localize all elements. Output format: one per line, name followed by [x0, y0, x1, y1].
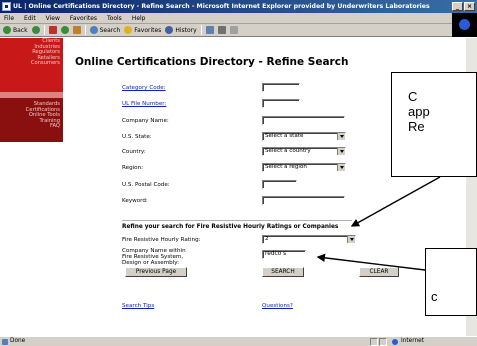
status-bar: Done Internet: [0, 336, 477, 346]
category-code-input[interactable]: [262, 83, 300, 92]
company-name-input[interactable]: [262, 116, 345, 125]
window-title-bar: UL | Online Certifications Directory - R…: [0, 0, 477, 13]
favorites-icon: [124, 26, 133, 34]
callout-top-line-3: Re: [408, 119, 425, 134]
history-button[interactable]: History: [165, 26, 197, 34]
section-divider: [122, 220, 352, 221]
audience-nav: Clients Industries Regulators Retailers …: [0, 38, 63, 92]
keyword-input[interactable]: [262, 196, 345, 205]
search-tips-link[interactable]: Search Tips: [122, 303, 154, 309]
menu-help[interactable]: Help: [132, 15, 146, 22]
status-pane: [379, 338, 387, 346]
toolbar-separator: [84, 25, 86, 35]
callout-top-line-1: C: [408, 89, 418, 104]
search-submit-button[interactable]: SEARCH: [262, 267, 304, 277]
services-nav: Standards Certifications Online Tools Tr…: [0, 98, 63, 142]
fire-rating-select[interactable]: 2: [262, 235, 356, 244]
home-icon: [72, 26, 81, 34]
menu-favorites[interactable]: Favorites: [70, 15, 97, 22]
callout-top-line-2: app: [408, 104, 430, 119]
toolbar-separator: [200, 25, 202, 35]
back-button[interactable]: Back: [3, 26, 28, 34]
page-done-icon: [2, 339, 8, 345]
region-value: Select a region: [265, 164, 307, 170]
back-label: Back: [13, 26, 28, 34]
region-label: Region:: [122, 165, 144, 171]
home-button[interactable]: [72, 26, 81, 34]
edit-page-icon: [229, 26, 238, 34]
previous-page-button[interactable]: Previous Page: [125, 267, 187, 277]
site-navigation: Clients Industries Regulators Retailers …: [0, 38, 63, 336]
company-name-label: Company Name:: [122, 118, 169, 124]
windows-logo-icon: [452, 13, 477, 37]
ul-file-number-link[interactable]: UL File Number:: [122, 101, 166, 107]
history-label: History: [175, 26, 197, 34]
chevron-down-icon[interactable]: [337, 133, 345, 140]
menu-file[interactable]: File: [4, 15, 14, 22]
postal-code-input[interactable]: [262, 180, 297, 189]
favorites-label: Favorites: [134, 26, 162, 34]
postal-code-label: U.S. Postal Code:: [122, 182, 170, 188]
menu-view[interactable]: View: [46, 15, 60, 22]
search-icon: [89, 26, 98, 34]
favorites-button[interactable]: Favorites: [124, 26, 161, 34]
nav-media[interactable]: Media: [0, 66, 60, 73]
fire-rating-label: Fire Resistive Hourly Rating:: [122, 237, 201, 243]
clear-button[interactable]: CLEAR: [359, 267, 399, 277]
annotation-callout-bottom: c: [425, 248, 477, 316]
chevron-down-icon[interactable]: [337, 164, 345, 171]
country-value: Select a country: [265, 148, 311, 154]
mail-button[interactable]: [205, 26, 214, 34]
menu-bar: File Edit View Favorites Tools Help: [0, 13, 477, 24]
fire-rating-value: 2: [265, 236, 269, 242]
company-within-label-3: Design or Assembly:: [122, 260, 180, 266]
nav-divider: [0, 92, 63, 98]
refresh-icon: [60, 26, 69, 34]
refresh-button[interactable]: [60, 26, 69, 34]
window-title: UL | Online Certifications Directory - R…: [13, 3, 430, 10]
page-title: Online Certifications Directory - Refine…: [75, 56, 349, 68]
internet-zone-icon: [392, 339, 398, 345]
annotation-callout-top: C app Re: [391, 72, 477, 177]
forward-arrow-icon: [31, 26, 40, 34]
forward-button[interactable]: [31, 26, 40, 34]
back-arrow-icon: [3, 26, 11, 34]
ie-app-icon: [2, 2, 11, 11]
keyword-label: Keyword:: [122, 198, 148, 204]
history-icon: [165, 26, 174, 34]
callout-bottom-line-1: c: [431, 289, 438, 304]
menu-edit[interactable]: Edit: [24, 15, 36, 22]
company-within-input[interactable]: redco s: [262, 250, 306, 259]
stop-icon: [48, 26, 57, 34]
us-state-select[interactable]: Select a state: [262, 132, 346, 141]
chevron-down-icon[interactable]: [347, 236, 355, 243]
region-select[interactable]: Select a region: [262, 163, 346, 172]
ul-file-number-input[interactable]: [262, 99, 300, 108]
us-state-value: Select a state: [265, 133, 304, 139]
stop-button[interactable]: [48, 26, 57, 34]
mail-icon: [205, 26, 214, 34]
close-button[interactable]: ×: [464, 2, 475, 11]
refine-heading: Refine your search for Fire Resistive Ho…: [122, 224, 339, 230]
status-text: Done: [10, 338, 26, 344]
country-label: Country:: [122, 149, 146, 155]
nav-faq[interactable]: FAQ: [0, 124, 60, 130]
standard-toolbar: Back Search Favorites History: [0, 24, 452, 37]
search-label: Search: [99, 26, 121, 34]
status-pane: [370, 338, 378, 346]
minimize-button[interactable]: _: [452, 2, 463, 11]
category-code-link[interactable]: Category Code:: [122, 85, 166, 91]
edit-button[interactable]: [229, 26, 238, 34]
country-select[interactable]: Select a country: [262, 147, 346, 156]
toolbar-separator: [43, 25, 45, 35]
security-zone-label: Internet: [401, 338, 425, 344]
us-state-label: U.S. State:: [122, 134, 152, 140]
chevron-down-icon[interactable]: [337, 148, 345, 155]
print-button[interactable]: [217, 26, 226, 34]
menu-tools[interactable]: Tools: [107, 15, 122, 22]
print-icon: [217, 26, 226, 34]
questions-link[interactable]: Questions?: [262, 303, 293, 309]
search-button[interactable]: Search: [89, 26, 121, 34]
window-controls: _ ×: [452, 2, 475, 11]
